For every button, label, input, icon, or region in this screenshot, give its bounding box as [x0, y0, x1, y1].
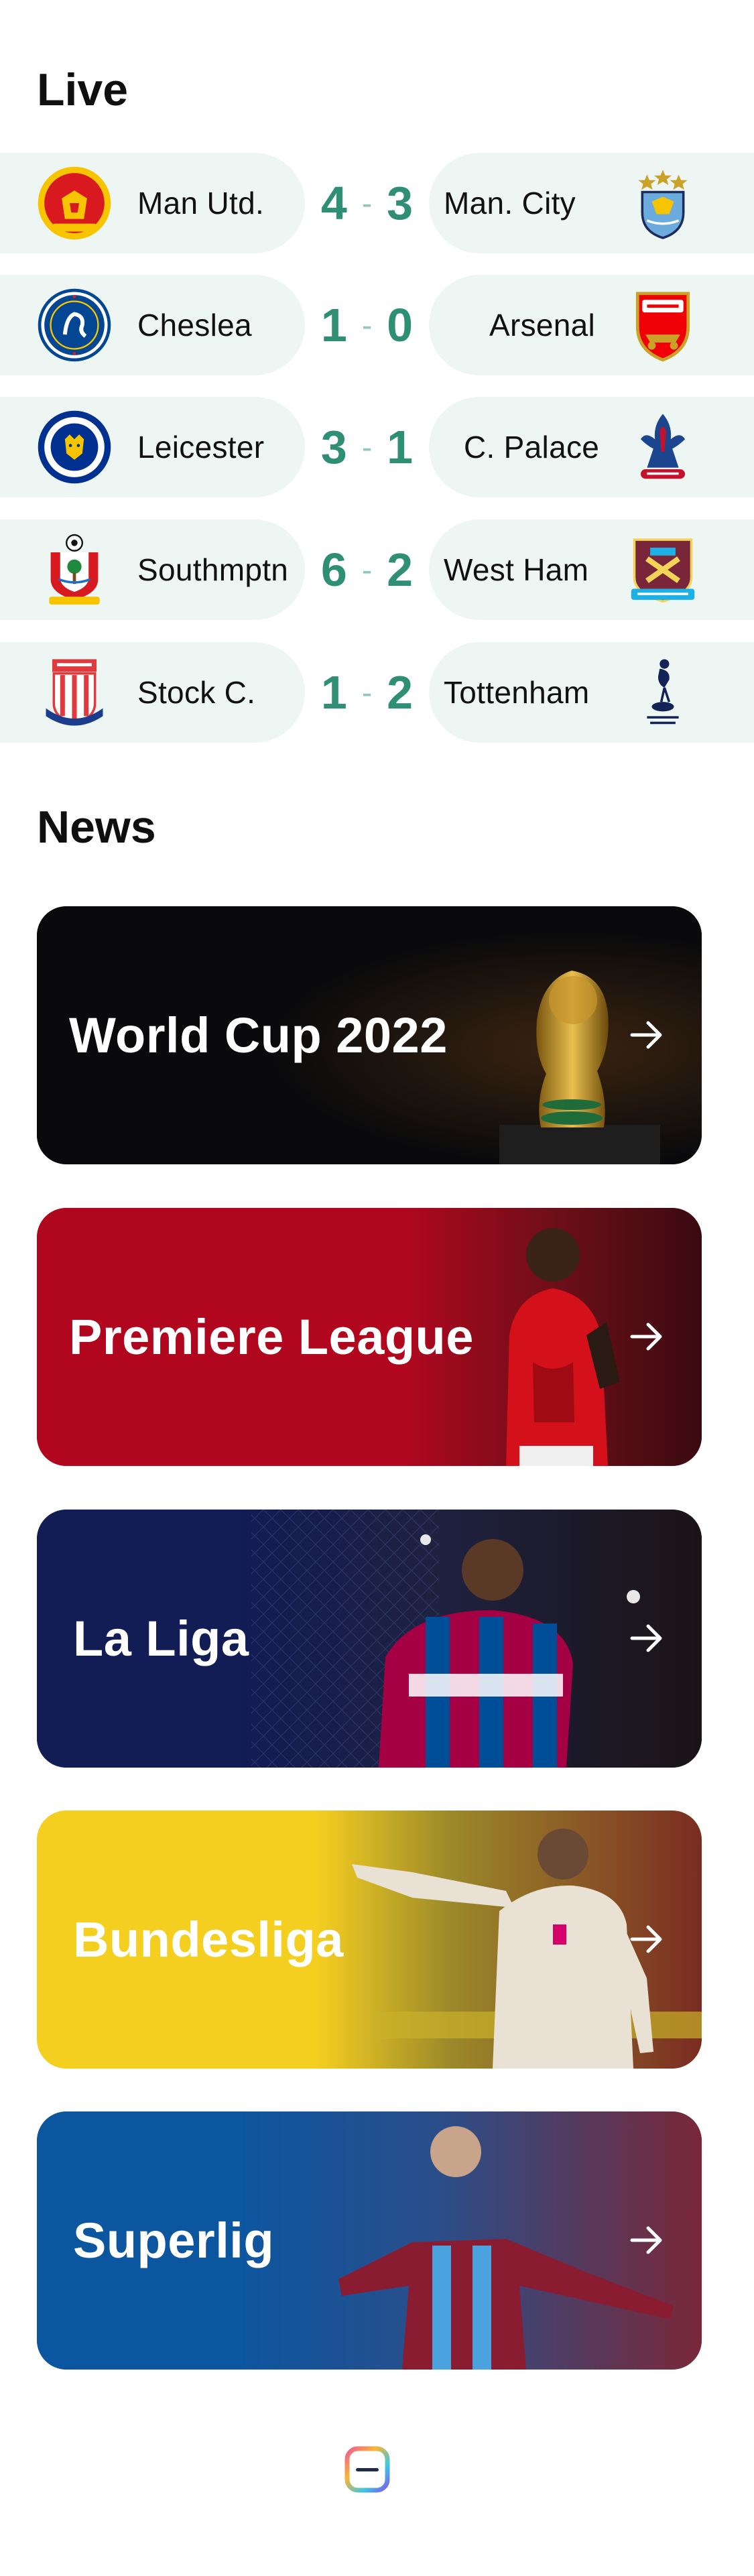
away-team-name: C. Palace	[464, 430, 600, 465]
away-score: 1	[387, 421, 414, 473]
west-ham-badge-icon	[623, 530, 702, 609]
away-team-name: Tottenham	[444, 675, 590, 710]
home-team-pill[interactable]: Stock C.	[0, 642, 305, 743]
chelsea-badge-icon	[35, 286, 114, 365]
news-card-label: World Cup 2022	[69, 1007, 448, 1063]
news-card-superlig[interactable]: Superlig	[37, 2111, 702, 2370]
news-card-bundesliga[interactable]: Bundesliga	[37, 1811, 702, 2069]
away-team-name: Arsenal	[489, 308, 596, 343]
southampton-badge-icon	[35, 530, 114, 609]
news-section-title: News	[37, 802, 156, 853]
home-team-name: Man Utd.	[137, 186, 265, 221]
home-team-pill[interactable]: Cheslea	[0, 275, 305, 375]
arrow-right-icon[interactable]	[627, 2220, 667, 2260]
score-separator: -	[361, 675, 373, 710]
home-score: 6	[320, 544, 347, 596]
home-score: 1	[320, 666, 347, 719]
home-team-name: Southmptn	[137, 552, 289, 587]
match-score: 1 - 0	[305, 275, 429, 375]
score-separator: -	[361, 430, 373, 465]
news-card-label: La Liga	[73, 1611, 249, 1666]
match-score: 1 - 2	[305, 642, 429, 743]
away-score: 2	[387, 544, 414, 596]
home-team-name: Leicester	[137, 430, 265, 465]
live-section-title: Live	[37, 64, 129, 115]
news-card-label: Superlig	[73, 2213, 275, 2268]
away-team-pill[interactable]: C. Palace	[429, 397, 754, 497]
match-score: 4 - 3	[305, 153, 429, 253]
match-row[interactable]: Leicester 3 - 1 C. Palace	[0, 397, 754, 497]
away-score: 3	[387, 177, 414, 229]
leicester-badge-icon	[35, 408, 114, 487]
home-team-pill[interactable]: Southmptn	[0, 519, 305, 620]
arrow-right-icon[interactable]	[627, 1015, 667, 1055]
crystal-palace-badge-icon	[623, 408, 702, 487]
news-card-la-liga[interactable]: La Liga	[37, 1510, 702, 1768]
score-separator: -	[361, 186, 373, 221]
away-team-pill[interactable]: West Ham	[429, 519, 754, 620]
arrow-right-icon[interactable]	[627, 1316, 667, 1357]
arsenal-badge-icon	[623, 286, 702, 365]
arrow-right-icon[interactable]	[627, 1618, 667, 1658]
news-card-premiere-league[interactable]: Premiere League	[37, 1208, 702, 1466]
home-score: 4	[320, 177, 347, 229]
man-utd-badge-icon	[35, 164, 114, 243]
score-separator: -	[361, 308, 373, 343]
match-row[interactable]: Southmptn 6 - 2 West Ham	[0, 519, 754, 620]
news-card-label: Premiere League	[69, 1309, 474, 1365]
stoke-city-badge-icon	[35, 653, 114, 732]
home-score: 3	[320, 421, 347, 473]
home-team-name: Cheslea	[137, 308, 252, 343]
match-score: 6 - 2	[305, 519, 429, 620]
match-score: 3 - 1	[305, 397, 429, 497]
match-row[interactable]: Man Utd. 4 - 3 Man. City	[0, 153, 754, 253]
man-city-badge-icon	[623, 164, 702, 243]
away-score: 0	[387, 299, 414, 351]
home-team-pill[interactable]: Man Utd.	[0, 153, 305, 253]
match-row[interactable]: Cheslea 1 - 0 Arsenal	[0, 275, 754, 375]
away-team-name: West Ham	[444, 552, 589, 587]
away-team-pill[interactable]: Tottenham	[429, 642, 754, 743]
match-row[interactable]: Stock C. 1 - 2 Tottenham	[0, 642, 754, 743]
away-team-pill[interactable]: Man. City	[429, 153, 754, 253]
news-card-world-cup[interactable]: World Cup 2022	[37, 906, 702, 1164]
score-separator: -	[361, 552, 373, 587]
news-card-label: Bundesliga	[73, 1912, 344, 1967]
home-team-name: Stock C.	[137, 675, 256, 710]
away-score: 2	[387, 666, 414, 719]
home-score: 1	[320, 299, 347, 351]
away-team-name: Man. City	[444, 186, 576, 221]
tottenham-badge-icon	[623, 653, 702, 732]
arrow-right-icon[interactable]	[627, 1919, 667, 1959]
app-logo-icon[interactable]	[344, 2445, 391, 2494]
away-team-pill[interactable]: Arsenal	[429, 275, 754, 375]
home-team-pill[interactable]: Leicester	[0, 397, 305, 497]
